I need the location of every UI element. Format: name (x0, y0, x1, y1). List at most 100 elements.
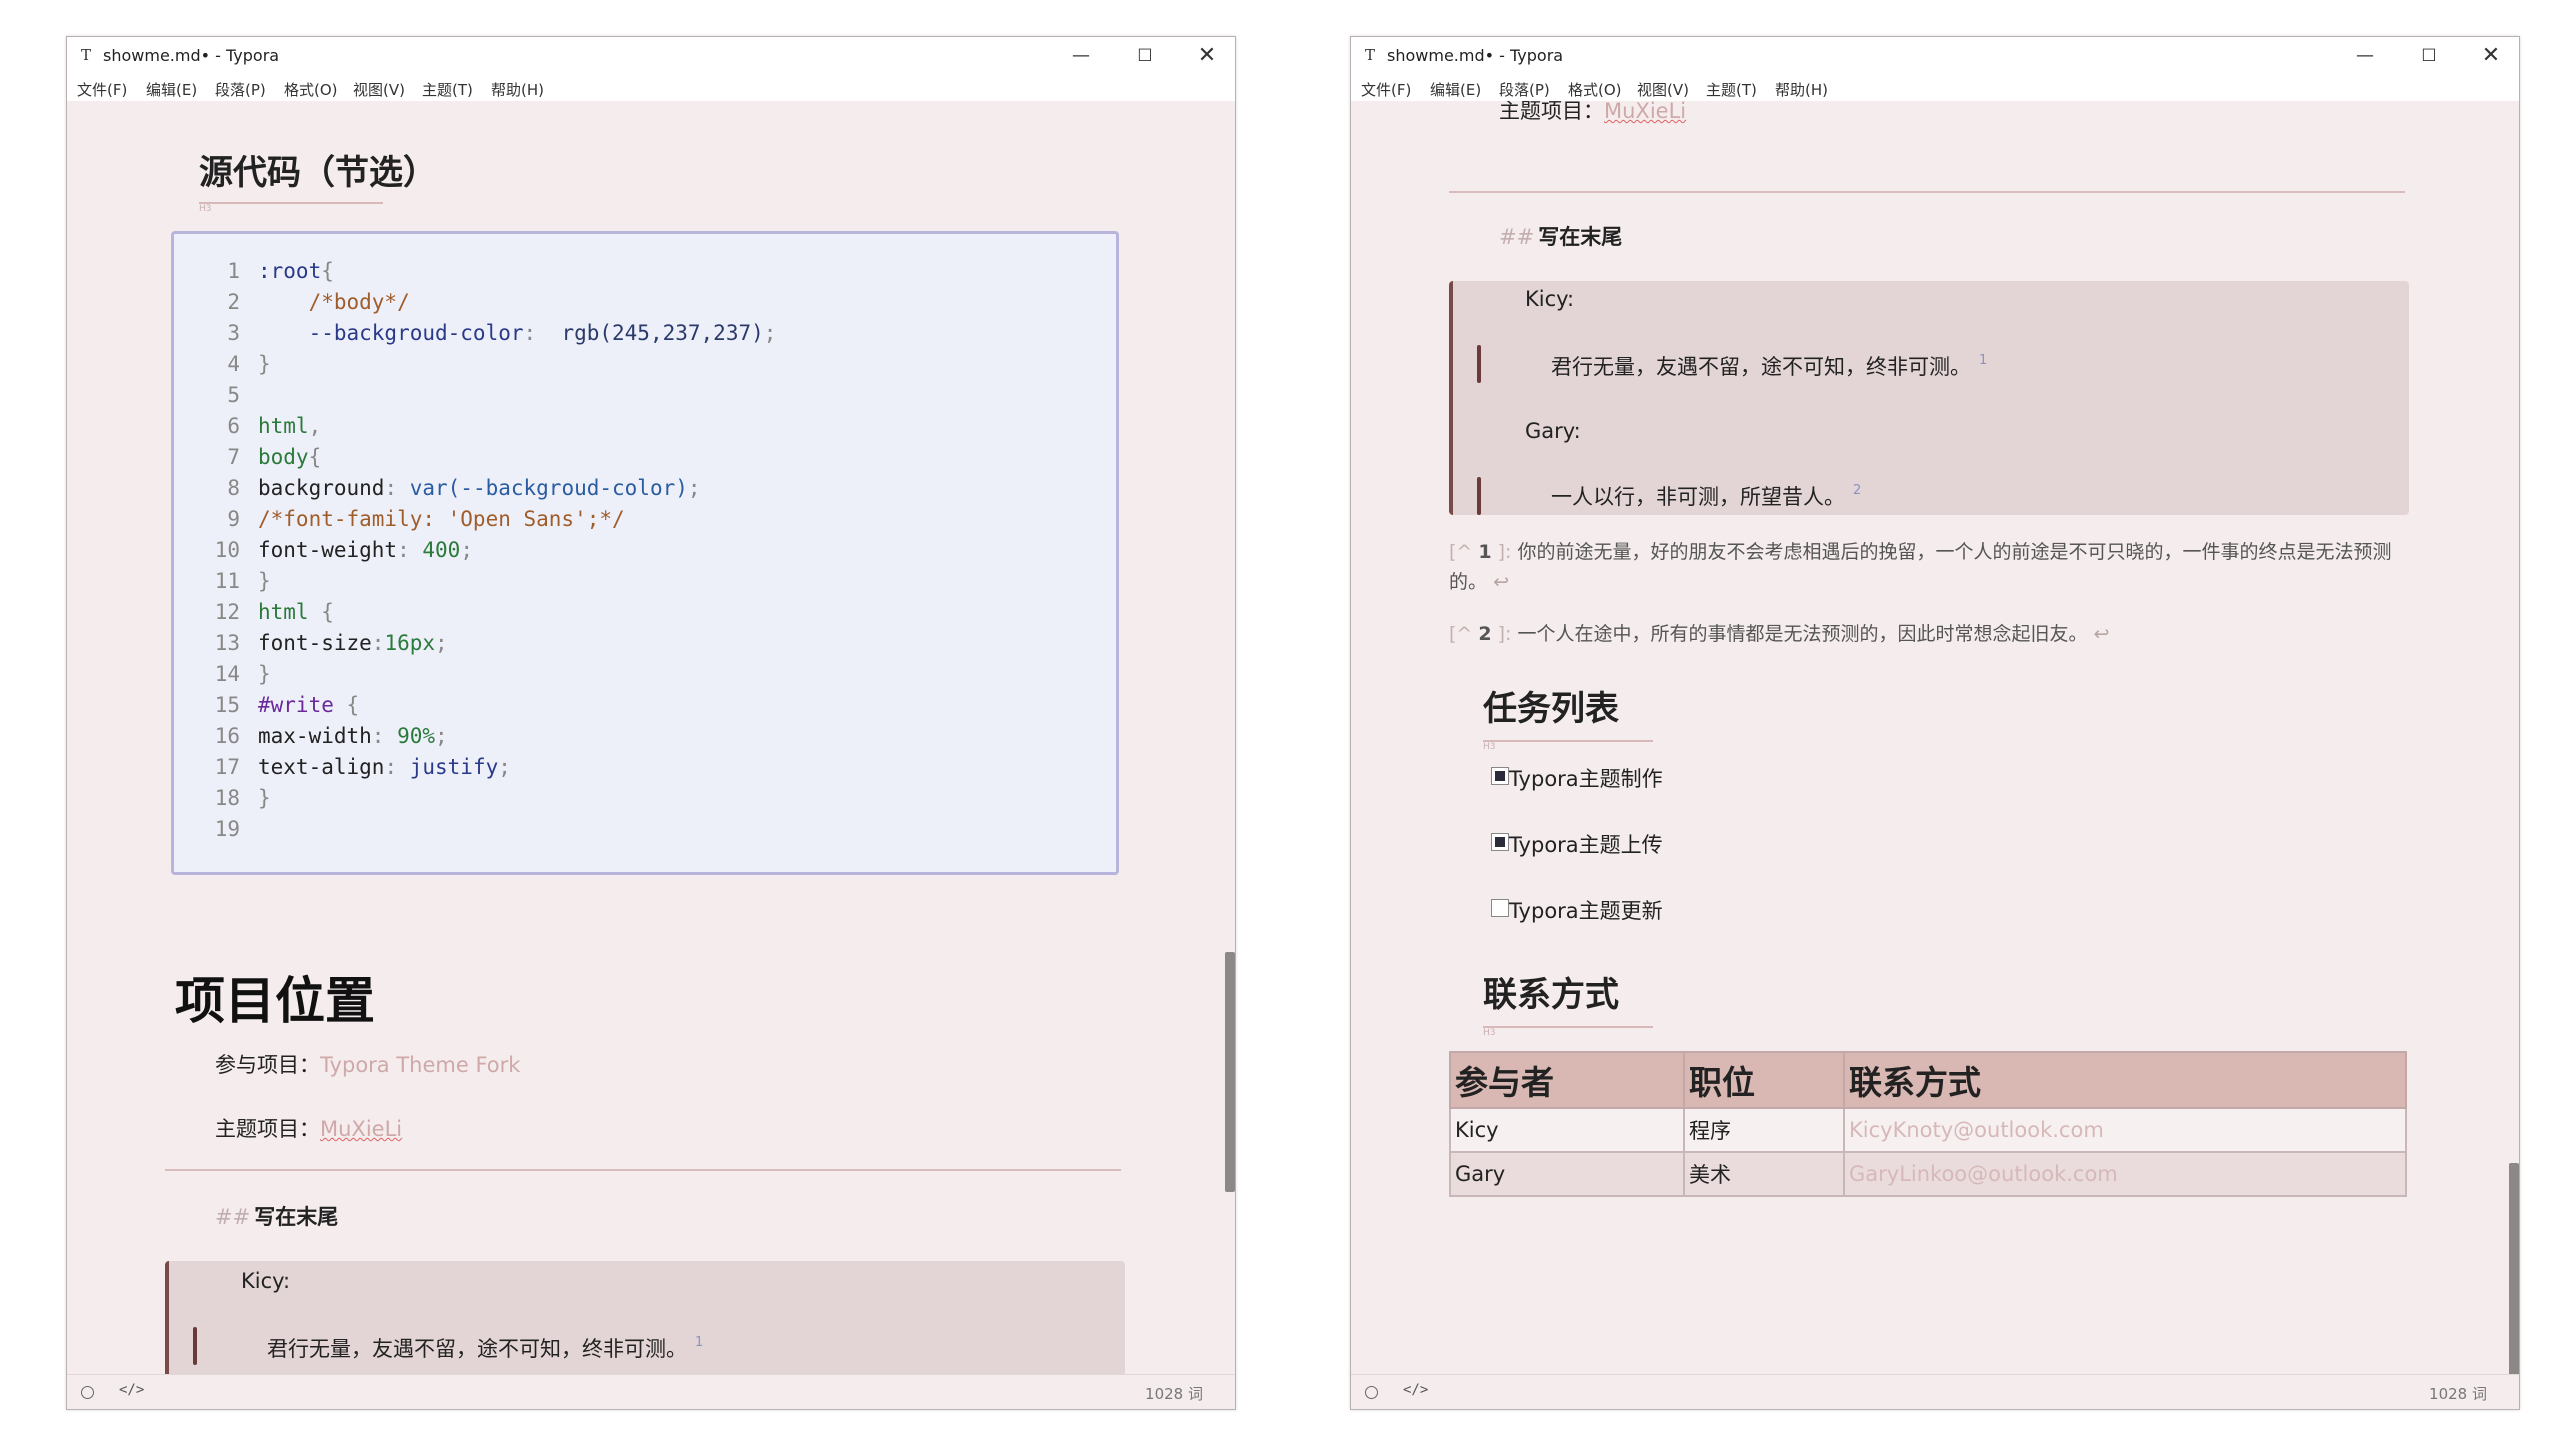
code-line: 11} (174, 566, 1104, 597)
code-line: 6 html, (174, 411, 1104, 442)
line-number: 5 (227, 383, 240, 407)
email-link[interactable]: KicyKnoty@outlook.com (1843, 1107, 2407, 1153)
code-line: 13 font-size:16px; (174, 628, 1104, 659)
menu-help[interactable]: 帮助(H) (491, 79, 544, 100)
code-text: /*body*/ (258, 290, 410, 314)
task-checkbox[interactable] (1491, 767, 1509, 785)
menu-file[interactable]: 文件(F) (1361, 79, 1411, 100)
footnote-ref-1[interactable]: 1 (1979, 353, 1987, 368)
menu-view[interactable]: 视图(V) (1637, 79, 1689, 100)
quote-speaker-1: Kicy: (1525, 287, 1575, 311)
window-title: showme.md• - Typora (103, 46, 280, 65)
participate-label: 参与项目： (215, 1053, 320, 1077)
contact-heading: 联系方式 (1483, 975, 1619, 1015)
code-text: :root{ (258, 259, 334, 283)
line-number: 9 (227, 507, 240, 531)
menu-paragraph[interactable]: 段落(P) (1499, 79, 1550, 100)
menu-theme[interactable]: 主题(T) (422, 79, 473, 100)
code-line: 7 body{ (174, 442, 1104, 473)
line-number: 4 (227, 352, 240, 376)
line-number: 10 (214, 538, 240, 562)
minimize-icon[interactable]: — (2345, 41, 2385, 71)
theme-link[interactable]: MuXieLi (1604, 101, 1686, 123)
table-cell: 美术 (1683, 1151, 1845, 1197)
code-text: font-size:16px; (258, 631, 448, 655)
circle-icon[interactable] (81, 1386, 94, 1399)
task-label: Typora主题制作 (1509, 767, 1663, 791)
code-block[interactable]: 1:root{2 /*body*/3 --backgroud-color: rg… (171, 231, 1119, 875)
menu-help[interactable]: 帮助(H) (1775, 79, 1828, 100)
blockquote: Kicy: 君行无量，友遇不留，途不可知，终非可测。 1 Gary: 一人以行，非… (1449, 281, 2409, 515)
theme-paragraph: 主题项目：MuXieLi (215, 1113, 402, 1143)
horizontal-rule (165, 1169, 1121, 1171)
footnote-1: [^ 1]: 你的前途无量，好的朋友不会考虑相遇后的挽留，一个人的前途是不可只晓的… (1449, 541, 2392, 593)
line-number: 18 (214, 786, 240, 810)
menu-paragraph[interactable]: 段落(P) (215, 79, 266, 100)
task-checkbox[interactable] (1491, 833, 1509, 851)
close-icon[interactable]: ✕ (1187, 41, 1227, 71)
table-row: Kicy 程序 KicyKnoty@outlook.com (1449, 1107, 2407, 1153)
maximize-icon[interactable]: ☐ (2409, 41, 2449, 71)
code-text: } (258, 569, 271, 593)
participate-link[interactable]: Typora Theme Fork (320, 1053, 520, 1077)
minimize-icon[interactable]: — (1061, 41, 1101, 71)
code-line: 2 /*body*/ (174, 287, 1104, 318)
theme-link[interactable]: MuXieLi (320, 1117, 402, 1141)
menu-bar: 文件(F) 编辑(E) 段落(P) 格式(O) 视图(V) 主题(T) 帮助(H… (1351, 75, 2519, 101)
footnote-back-icon[interactable]: ↩ (2094, 623, 2110, 645)
line-number: 11 (214, 569, 240, 593)
quote-text: 君行无量，友遇不留，途不可知，终非可测。 1 (267, 1335, 704, 1361)
footnote-back-icon[interactable]: ↩ (1493, 571, 1509, 593)
code-line: 10 font-weight: 400; (174, 535, 1104, 566)
menu-view[interactable]: 视图(V) (353, 79, 405, 100)
task-label: Typora主题上传 (1509, 833, 1663, 857)
table-header: 参与者 (1449, 1051, 1685, 1109)
email-link[interactable]: GaryLinkoo@outlook.com (1843, 1151, 2407, 1197)
nested-quote-bar (1477, 477, 1481, 515)
code-line: 1 :root{ (174, 256, 1104, 287)
word-count[interactable]: 1028 词 (1145, 1383, 1203, 1404)
nested-quote-bar (1477, 345, 1481, 383)
heading-level-mark: H3 (1483, 1028, 1496, 1038)
code-text: html, (258, 414, 322, 438)
quote-text-2: 一人以行，非可测，所望昔人。 2 (1551, 483, 1862, 509)
heading-hashes: ## (1499, 225, 1535, 249)
menu-format[interactable]: 格式(O) (284, 79, 338, 100)
heading-underline (1483, 1026, 1653, 1028)
code-line: 5 (174, 380, 1104, 411)
menu-theme[interactable]: 主题(T) (1706, 79, 1757, 100)
line-number: 1 (227, 259, 240, 283)
maximize-icon[interactable]: ☐ (1125, 41, 1165, 71)
scrollbar-thumb[interactable] (2509, 1163, 2519, 1395)
source-code-icon[interactable]: </> (1403, 1382, 1428, 1398)
word-count[interactable]: 1028 词 (2429, 1383, 2487, 1404)
horizontal-rule (1449, 191, 2405, 193)
circle-icon[interactable] (1365, 1386, 1378, 1399)
line-number: 19 (214, 817, 240, 841)
editor-content[interactable]: 源代码（节选） H3 1:root{2 /*body*/3 --backgrou… (67, 101, 1235, 1375)
code-text: #write { (258, 693, 360, 717)
task-item: Typora主题制作 (1351, 761, 2519, 797)
footnote-ref-1[interactable]: 1 (695, 1335, 703, 1350)
line-number: 8 (227, 476, 240, 500)
menu-format[interactable]: 格式(O) (1568, 79, 1622, 100)
line-number: 16 (214, 724, 240, 748)
task-checkbox[interactable] (1491, 899, 1509, 917)
theme-label: 主题项目： (1499, 101, 1604, 123)
menu-edit[interactable]: 编辑(E) (146, 79, 197, 100)
contact-table: 参与者 职位 联系方式 Kicy 程序 KicyKnoty@outlook.co… (1449, 1051, 2407, 1197)
scrollbar-thumb[interactable] (1225, 952, 1235, 1192)
code-line: 9 /*font-family: 'Open Sans';*/ (174, 504, 1104, 535)
code-line: 15 #write { (174, 690, 1104, 721)
editor-content[interactable]: 主题项目：MuXieLi ## 写在末尾 Kicy: 君行无量，友遇不留，途不可知… (1351, 101, 2519, 1375)
menu-edit[interactable]: 编辑(E) (1430, 79, 1481, 100)
menu-file[interactable]: 文件(F) (77, 79, 127, 100)
theme-label: 主题项目： (215, 1117, 320, 1141)
line-number: 17 (214, 755, 240, 779)
close-icon[interactable]: ✕ (2471, 41, 2511, 71)
footnote-ref-2[interactable]: 2 (1853, 483, 1861, 498)
code-line: 14} (174, 659, 1104, 690)
task-item: Typora主题上传 (1351, 827, 2519, 863)
typora-window-left: T showme.md• - Typora — ☐ ✕ 文件(F) 编辑(E) … (66, 36, 1236, 1410)
source-code-icon[interactable]: </> (119, 1382, 144, 1398)
